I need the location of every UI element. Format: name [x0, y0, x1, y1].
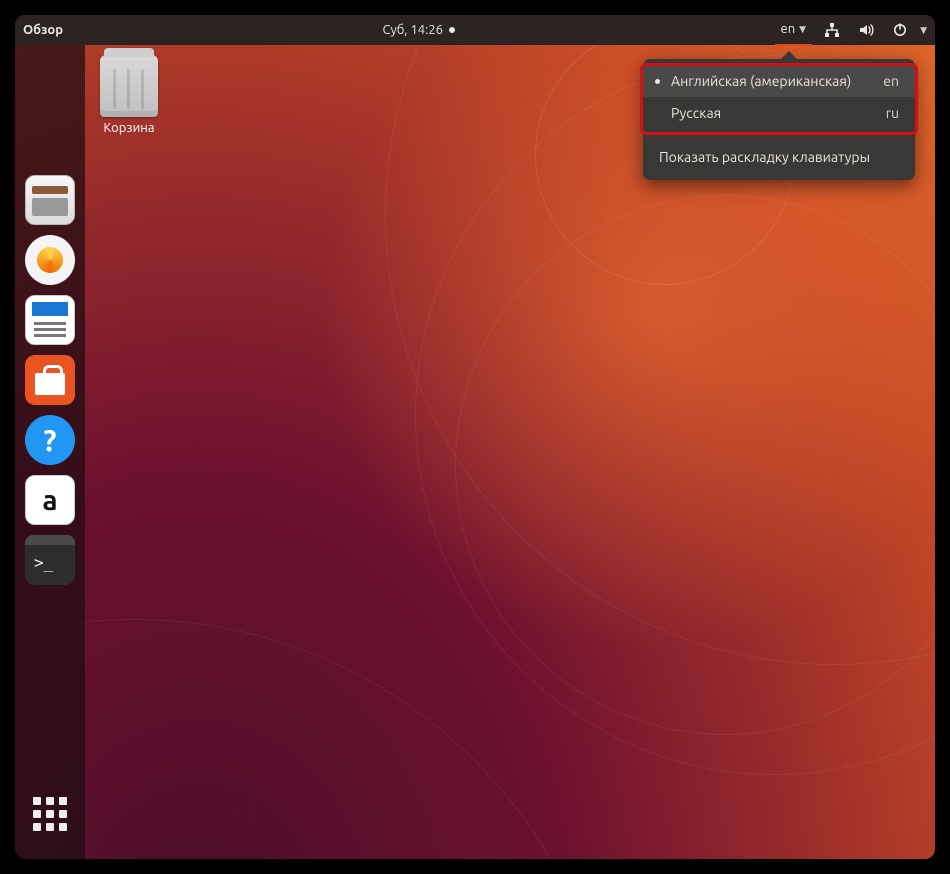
- trash-icon: [100, 55, 158, 117]
- activities-hot-corner[interactable]: Обзор: [23, 23, 63, 37]
- layout-option-code: en: [883, 73, 899, 89]
- dock-app-ubuntu-software[interactable]: [25, 355, 75, 405]
- keyboard-layout-indicator[interactable]: en ▼: [775, 16, 813, 46]
- layout-option-code: ru: [886, 105, 899, 121]
- dock-app-files[interactable]: [25, 175, 75, 225]
- volume-indicator[interactable]: [852, 15, 880, 45]
- dock-app-amazon[interactable]: a: [25, 475, 75, 525]
- layout-option-russian[interactable]: Русская ru: [643, 97, 915, 129]
- power-indicator[interactable]: [886, 15, 914, 45]
- dock-app-firefox[interactable]: [25, 55, 75, 105]
- notification-dot-icon: [449, 27, 455, 33]
- layout-option-label: Русская: [671, 105, 721, 121]
- dock-app-thunderbird[interactable]: [25, 115, 75, 165]
- dock-app-libreoffice-writer[interactable]: [25, 295, 75, 345]
- chevron-down-icon: ▼: [799, 24, 806, 35]
- volume-icon: [858, 22, 874, 38]
- selected-dot-icon: [655, 79, 660, 84]
- desktop-area[interactable]: Корзина: [100, 55, 158, 135]
- network-wired-icon: [824, 22, 840, 38]
- menu-separator: [643, 134, 915, 135]
- trash-desktop-icon[interactable]: Корзина: [100, 55, 158, 135]
- trash-label: Корзина: [100, 121, 158, 135]
- layout-option-english[interactable]: Английская (американская) en: [643, 65, 915, 97]
- dock-app-rhythmbox[interactable]: [25, 235, 75, 285]
- clock[interactable]: Суб, 14:26: [63, 23, 775, 37]
- power-icon: [892, 22, 908, 38]
- show-keyboard-layout-label: Показать раскладку клавиатуры: [659, 149, 870, 165]
- layout-option-label: Английская (американская): [671, 73, 851, 89]
- clock-text: Суб, 14:26: [383, 23, 443, 37]
- dock: ? a: [15, 45, 85, 859]
- desktop-screen: Обзор Суб, 14:26 en ▼ ▼: [15, 15, 935, 859]
- top-panel: Обзор Суб, 14:26 en ▼ ▼: [15, 15, 935, 45]
- dock-app-help[interactable]: ?: [25, 415, 75, 465]
- dock-app-terminal[interactable]: [25, 535, 75, 585]
- keyboard-layout-code: en: [781, 22, 796, 36]
- show-applications-button[interactable]: [25, 789, 75, 839]
- system-menu-chevron-icon[interactable]: ▼: [920, 25, 927, 36]
- network-indicator[interactable]: [818, 15, 846, 45]
- keyboard-layout-menu: Английская (американская) en Русская ru …: [643, 59, 915, 180]
- show-keyboard-layout-action[interactable]: Показать раскладку клавиатуры: [643, 140, 915, 174]
